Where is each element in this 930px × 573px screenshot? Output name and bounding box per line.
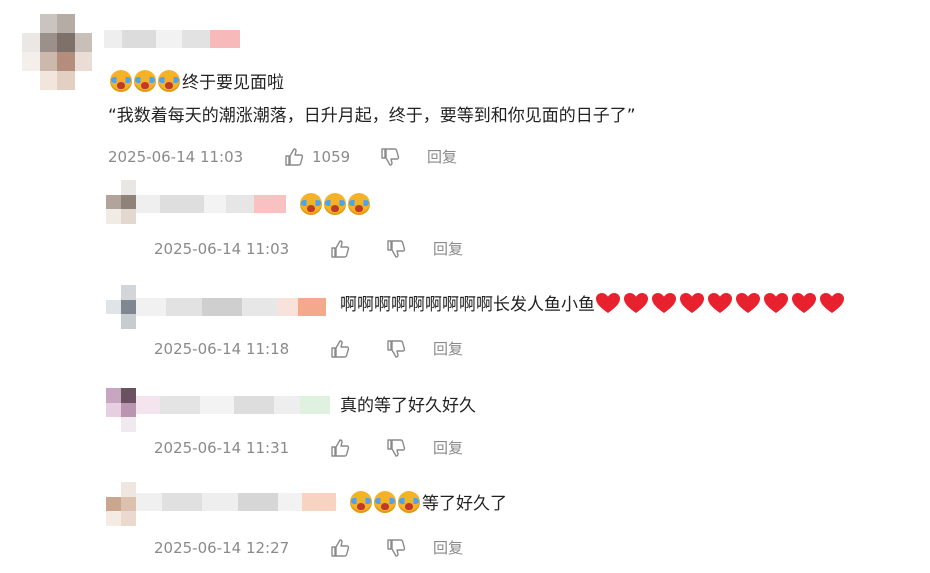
cry-emoji-icon (350, 491, 372, 513)
reply-text-content: 啊啊啊啊啊啊啊啊啊长发人鱼小鱼 (340, 295, 595, 315)
thumbs-up-icon[interactable] (284, 147, 304, 167)
red-heart-icon (651, 292, 677, 314)
like-count: 1059 (312, 148, 351, 166)
thumbs-down-icon[interactable] (386, 339, 406, 359)
avatar[interactable] (106, 388, 136, 432)
cry-emoji-icon (134, 70, 156, 92)
red-heart-icon (763, 292, 789, 314)
red-heart-icon (623, 292, 649, 314)
avatar[interactable] (106, 482, 136, 526)
thumbs-up-icon[interactable] (330, 239, 350, 259)
cry-emoji-icon (398, 491, 420, 513)
reply-button[interactable]: 回复 (433, 339, 463, 359)
thumbs-up-icon[interactable] (330, 438, 350, 458)
reply-text: 等了好久了 (350, 491, 507, 516)
thumbs-down-icon[interactable] (380, 147, 400, 167)
timestamp: 2025-06-14 12:27 (154, 539, 290, 557)
red-heart-icon (819, 292, 845, 314)
reply-text: 啊啊啊啊啊啊啊啊啊长发人鱼小鱼 (340, 292, 847, 317)
avatar[interactable] (106, 285, 136, 329)
comment-text-line1: 终于要见面啦 (110, 70, 284, 95)
red-heart-icon (595, 292, 621, 314)
thumbs-up-icon[interactable] (330, 339, 350, 359)
username-blurred[interactable] (136, 493, 336, 511)
thumbs-down-icon[interactable] (386, 538, 406, 558)
timestamp: 2025-06-14 11:31 (154, 439, 290, 457)
red-heart-icon (791, 292, 817, 314)
username-blurred[interactable] (136, 396, 330, 414)
avatar[interactable] (106, 180, 136, 224)
username-blurred[interactable] (136, 195, 286, 213)
reply-button[interactable]: 回复 (427, 147, 457, 167)
cry-emoji-icon (324, 193, 346, 215)
cry-emoji-icon (374, 491, 396, 513)
timestamp: 2025-06-14 11:03 (108, 148, 244, 166)
reply-text (300, 193, 372, 218)
reply-button[interactable]: 回复 (433, 438, 463, 458)
thumbs-down-icon[interactable] (386, 438, 406, 458)
comment-text-line2: “我数着每天的潮涨潮落，日升月起，终于，要等到和你见面的日子了” (108, 106, 636, 126)
red-heart-icon (707, 292, 733, 314)
thumbs-up-icon[interactable] (330, 538, 350, 558)
cry-emoji-icon (300, 193, 322, 215)
comment-text: 终于要见面啦 (182, 73, 284, 93)
thumbs-down-icon[interactable] (386, 239, 406, 259)
cry-emoji-icon (158, 70, 180, 92)
reply-text: 真的等了好久好久 (340, 396, 476, 416)
reply-text-content: 等了好久了 (422, 494, 507, 514)
timestamp: 2025-06-14 11:03 (154, 240, 290, 258)
reply-button[interactable]: 回复 (433, 538, 463, 558)
username-blurred[interactable] (104, 30, 240, 48)
reply-button[interactable]: 回复 (433, 239, 463, 259)
username-blurred[interactable] (136, 298, 326, 316)
red-heart-icon (679, 292, 705, 314)
red-heart-icon (735, 292, 761, 314)
avatar[interactable] (22, 14, 92, 90)
cry-emoji-icon (110, 70, 132, 92)
cry-emoji-icon (348, 193, 370, 215)
timestamp: 2025-06-14 11:18 (154, 340, 290, 358)
